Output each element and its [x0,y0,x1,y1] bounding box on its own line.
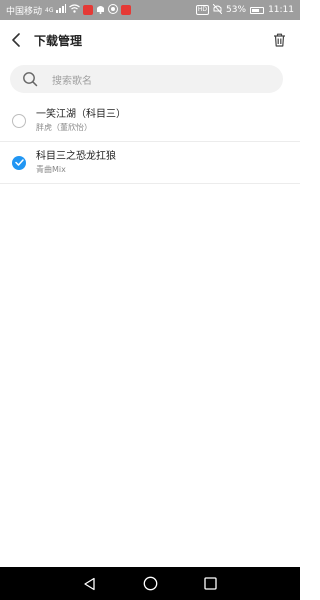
header: 下载管理 [0,20,300,60]
page-title: 下载管理 [34,33,83,48]
chevron-left-icon [12,33,20,47]
search-icon [23,72,38,87]
wifi-icon [69,4,81,16]
back-button[interactable] [2,20,32,60]
nav-home-button[interactable] [140,574,160,594]
unchecked-circle-icon[interactable] [12,113,26,128]
mute-icon [212,3,223,17]
carrier-label: 中国移动 [6,6,43,17]
status-bar: 中国移动 4G HD 53% 11:11 [0,0,300,20]
trash-icon [273,33,285,47]
song-artist: 胖虎（董欣怡） [36,123,92,132]
list-item[interactable]: 科目三之恐龙扛狼 青曲Mix [0,142,300,184]
delete-button[interactable] [264,20,294,60]
signal-icon [56,4,67,16]
checked-circle-icon[interactable] [12,155,26,170]
nav-back-button[interactable] [80,574,100,594]
song-title: 一笑江湖（科目三） [36,109,126,120]
download-list: 一笑江湖（科目三） 胖虎（董欣怡） 科目三之恐龙扛狼 青曲Mix [0,100,300,184]
app-icon [108,3,119,17]
square-recents-icon [203,577,217,590]
navigation-bar [0,567,300,600]
network-label: 4G [45,6,54,14]
song-artist: 青曲Mix [36,165,66,174]
battery-percent: 53% [226,5,247,15]
app-badge-icon [121,5,132,15]
circle-home-icon [143,576,157,591]
nav-recents-button[interactable] [200,574,220,594]
checkmark-icon [14,159,24,166]
map-icon [83,5,94,15]
hd-icon: HD [195,5,210,15]
notification-bell-icon [96,4,105,17]
search-input[interactable]: 搜索歌名 [10,65,283,93]
search-placeholder: 搜索歌名 [52,75,92,87]
list-item[interactable]: 一笑江湖（科目三） 胖虎（董欣怡） [0,100,300,142]
battery-icon [250,6,265,14]
triangle-back-icon [84,577,95,590]
song-title: 科目三之恐龙扛狼 [36,151,116,162]
clock: 11:11 [268,5,294,15]
